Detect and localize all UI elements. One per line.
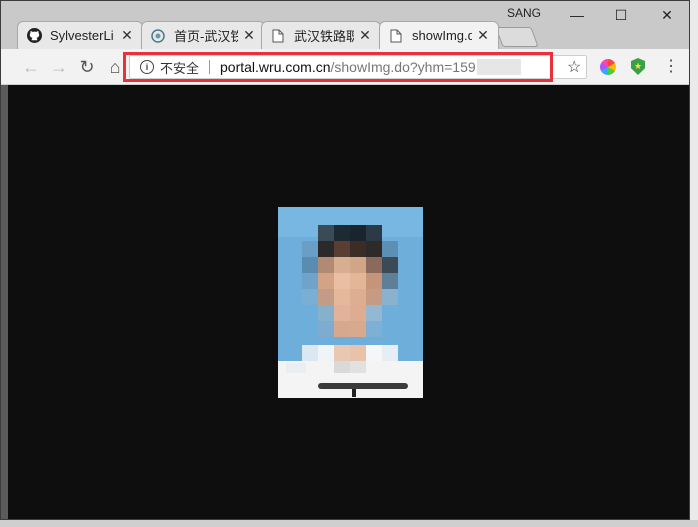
menu-icon[interactable]: ⋮ bbox=[663, 57, 679, 77]
background-window-bottom bbox=[0, 520, 698, 527]
tab-homepage[interactable]: 首页-武汉铁 ✕ bbox=[141, 21, 265, 49]
page-icon bbox=[388, 28, 404, 44]
new-tab-button[interactable] bbox=[495, 27, 539, 47]
browser-window: SylvesterLi ✕ 首页-武汉铁 ✕ 武汉铁路职 ✕ showImg.d… bbox=[0, 0, 690, 520]
background-window-edge bbox=[690, 0, 698, 527]
tab-title: 首页-武汉铁 bbox=[174, 29, 238, 44]
tab-school[interactable]: 武汉铁路职 ✕ bbox=[261, 21, 381, 49]
close-icon[interactable]: ✕ bbox=[476, 27, 490, 43]
url-host: portal.wru.com.cn bbox=[220, 59, 331, 75]
photos-extension-icon[interactable] bbox=[600, 59, 616, 75]
security-status[interactable]: 不安全 bbox=[160, 58, 199, 77]
github-icon bbox=[26, 28, 42, 44]
close-window-button[interactable]: ✕ bbox=[647, 5, 687, 25]
page-icon bbox=[270, 28, 286, 44]
shield-extension-icon[interactable]: ★ bbox=[631, 58, 645, 75]
reload-button[interactable]: ↻ bbox=[77, 57, 97, 77]
redacted-region bbox=[476, 59, 521, 75]
tab-showimg[interactable]: showImg.d ✕ bbox=[379, 21, 499, 49]
close-icon[interactable]: ✕ bbox=[242, 27, 256, 43]
forward-button[interactable]: → bbox=[49, 57, 69, 77]
title-bar: SylvesterLi ✕ 首页-武汉铁 ✕ 武汉铁路职 ✕ showImg.d… bbox=[1, 1, 689, 49]
close-icon[interactable]: ✕ bbox=[120, 27, 134, 43]
tab-title: showImg.d bbox=[412, 28, 472, 43]
url-path: /showImg.do?yhm=159 bbox=[330, 59, 476, 75]
tab-title: SylvesterLi bbox=[50, 28, 114, 43]
globe-icon bbox=[150, 28, 166, 44]
page-content bbox=[8, 85, 689, 519]
maximize-button[interactable]: ☐ bbox=[601, 5, 641, 25]
info-icon[interactable]: i bbox=[140, 60, 154, 74]
tab-title: 武汉铁路职 bbox=[294, 29, 354, 44]
toolbar: ← → ↻ ⌂ i 不安全 portal.wru.com.cn /showImg… bbox=[1, 49, 689, 85]
profile-name[interactable]: SANG bbox=[507, 6, 541, 20]
tab-github[interactable]: SylvesterLi ✕ bbox=[17, 21, 143, 49]
home-button[interactable]: ⌂ bbox=[105, 57, 125, 77]
close-icon[interactable]: ✕ bbox=[358, 27, 372, 43]
divider bbox=[209, 60, 211, 74]
bookmark-star-icon[interactable]: ☆ bbox=[567, 57, 581, 77]
minimize-button[interactable]: — bbox=[557, 5, 597, 25]
back-button[interactable]: ← bbox=[21, 57, 41, 77]
pixelated-portrait-image bbox=[278, 207, 423, 398]
address-bar[interactable]: i 不安全 portal.wru.com.cn /showImg.do?yhm=… bbox=[129, 55, 587, 79]
